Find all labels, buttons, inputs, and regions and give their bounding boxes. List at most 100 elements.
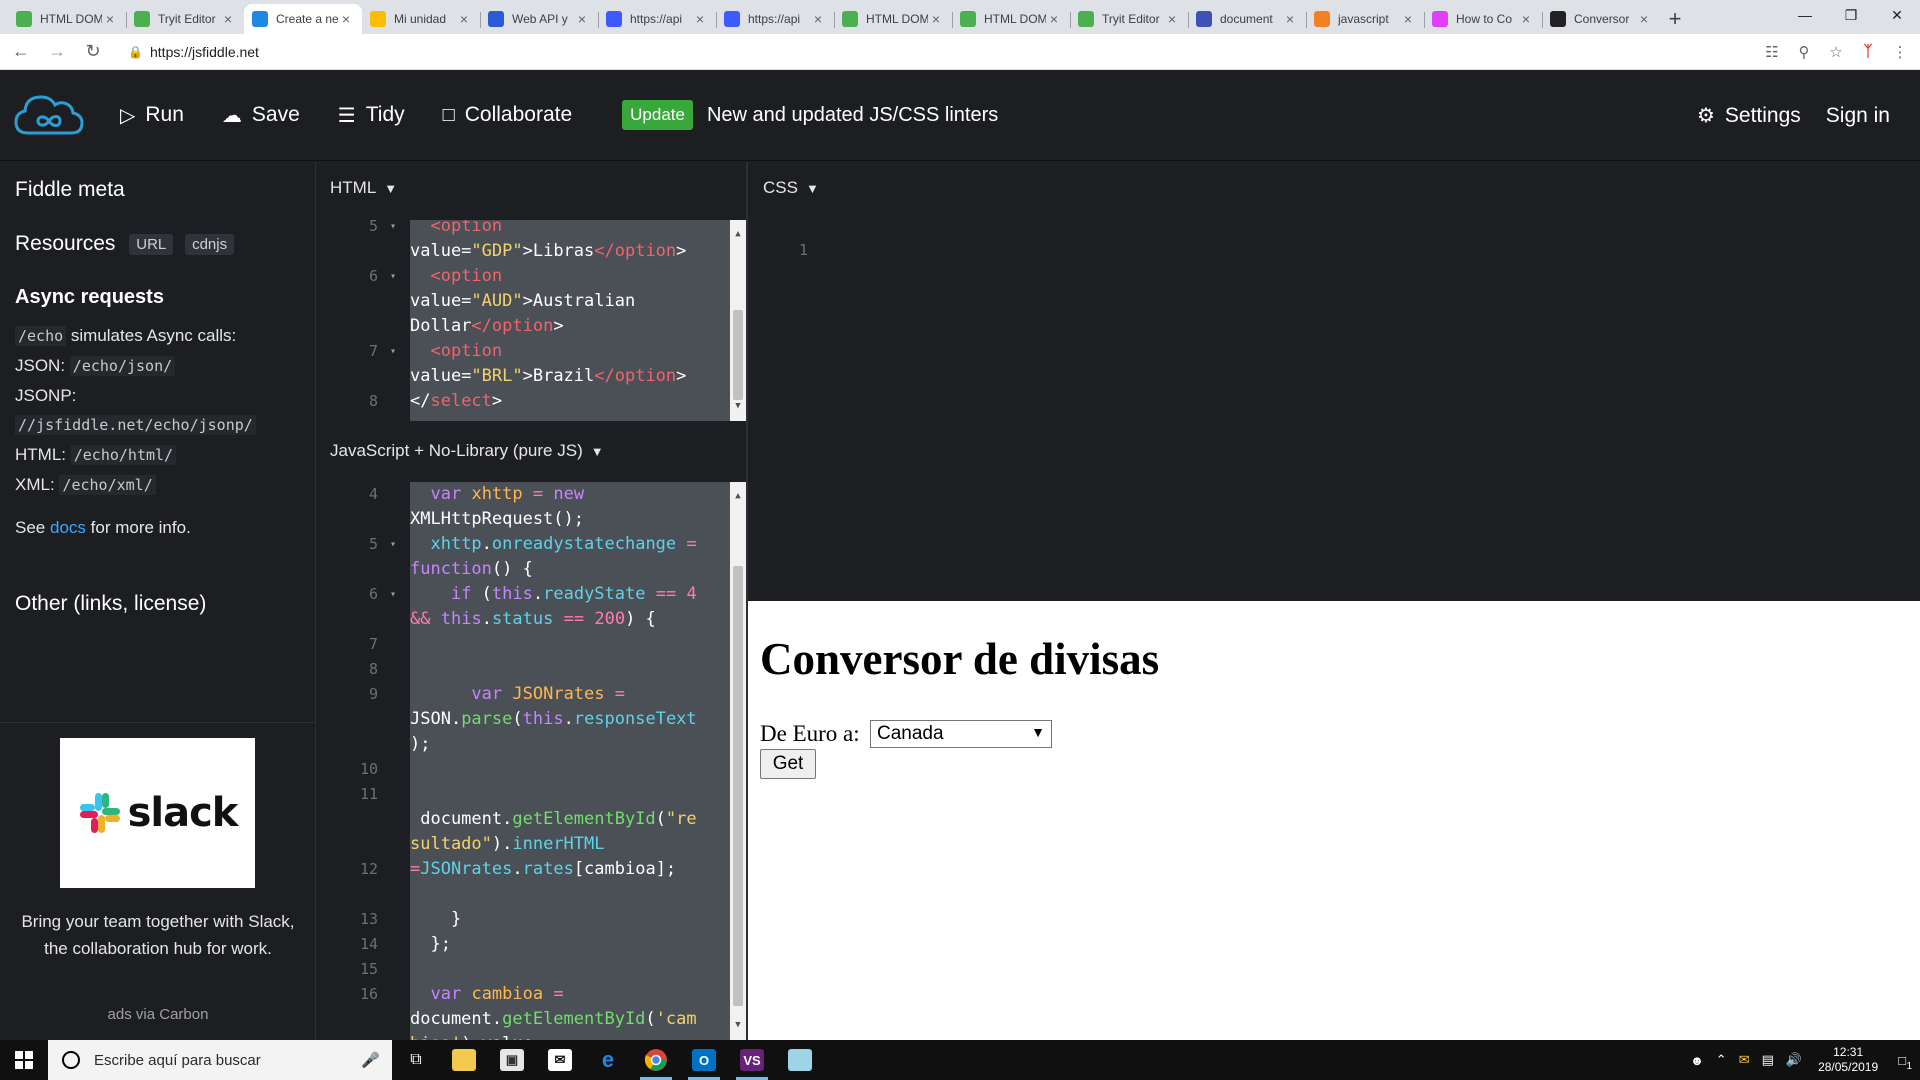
css-editor[interactable]: 1 — [748, 220, 1920, 601]
ad-via-carbon[interactable]: ads via Carbon — [20, 1006, 296, 1023]
run-button[interactable]: ▷ Run — [120, 103, 184, 128]
html-editor[interactable]: 5 ▾ 6 ▾ 7 ▾ 8 <option value="GDP">Libras</opti… — [318, 220, 746, 421]
close-window-icon[interactable]: ✕ — [1874, 0, 1920, 30]
scroll-thumb[interactable] — [733, 310, 743, 400]
store-icon[interactable]: ▣ — [488, 1040, 536, 1080]
js-editor[interactable]: 4 5 ▾ 6 ▾ 7 8 9 10 11 12 13 14 15 16 var xhttp = new X… — [318, 482, 746, 1040]
fiddle-meta-heading[interactable]: Fiddle meta — [15, 178, 125, 202]
new-tab-button[interactable]: + — [1660, 4, 1690, 34]
tab-close-icon[interactable]: × — [1282, 11, 1298, 27]
microphone-icon[interactable]: 🎤 — [361, 1051, 380, 1069]
tab-close-icon[interactable]: × — [1518, 11, 1534, 27]
update-announcement[interactable]: New and updated JS/CSS linters — [707, 104, 998, 127]
resource-url-tag[interactable]: URL — [129, 233, 174, 255]
tab-close-icon[interactable]: × — [1400, 11, 1416, 27]
html-code-area[interactable]: <option value="GDP">Libras</option> <opt… — [410, 220, 730, 421]
tab-close-icon[interactable]: × — [574, 11, 590, 27]
tab-close-icon[interactable]: × — [810, 11, 826, 27]
settings-button[interactable]: Settings — [1725, 104, 1801, 128]
forward-icon[interactable]: → — [42, 37, 72, 67]
browser-tab[interactable]: HTML DOM × — [834, 4, 952, 34]
other-links-heading[interactable]: Other (links, license) — [15, 592, 206, 616]
css-pane-header[interactable]: CSS ▼ — [763, 178, 819, 198]
browser-tab[interactable]: HTML DOM × — [8, 4, 126, 34]
outlook-icon[interactable]: O — [680, 1040, 728, 1080]
resource-cdnjs-tag[interactable]: cdnjs — [185, 233, 235, 255]
task-view-icon[interactable]: ⧉ — [392, 1040, 440, 1080]
tab-close-icon[interactable]: × — [220, 11, 236, 27]
get-button[interactable]: Get — [760, 749, 816, 779]
fold-arrow-icon[interactable]: ▾ — [390, 582, 396, 607]
people-icon[interactable]: ☻ — [1690, 1053, 1704, 1068]
chrome-icon[interactable] — [632, 1040, 680, 1080]
resources-heading[interactable]: Resources URL cdnjs — [15, 232, 235, 256]
mail-tray-icon[interactable]: ✉ — [1739, 1052, 1750, 1068]
scroll-up-icon[interactable]: ▲ — [730, 222, 746, 247]
minimize-icon[interactable]: — — [1782, 0, 1828, 30]
signin-button[interactable]: Sign in — [1826, 104, 1890, 128]
html-scrollbar[interactable]: ▲ ▼ — [730, 220, 746, 421]
restore-icon[interactable]: ❐ — [1828, 0, 1874, 30]
currency-select[interactable]: Canada ▼ — [870, 720, 1052, 748]
tab-close-icon[interactable]: × — [1046, 11, 1062, 27]
taskbar-search-input[interactable]: Escribe aquí para buscar 🎤 — [48, 1040, 392, 1080]
tidy-button[interactable]: ☰ Tidy — [338, 103, 405, 128]
browser-tab[interactable]: How to Co × — [1424, 4, 1542, 34]
tab-close-icon[interactable]: × — [102, 11, 118, 27]
ad-image[interactable]: slack — [60, 738, 255, 888]
visual-studio-icon[interactable]: VS — [728, 1040, 776, 1080]
scroll-thumb[interactable] — [733, 566, 743, 1006]
browser-tab[interactable]: https://api × — [598, 4, 716, 34]
browser-tab[interactable]: https://api × — [716, 4, 834, 34]
tab-close-icon[interactable]: × — [1164, 11, 1180, 27]
fold-arrow-icon[interactable]: ▾ — [390, 532, 396, 557]
browser-tab[interactable]: Conversor × — [1542, 4, 1660, 34]
mail-icon[interactable]: ✉ — [536, 1040, 584, 1080]
scroll-up-icon[interactable]: ▲ — [730, 484, 746, 509]
scroll-down-icon[interactable]: ▼ — [730, 1013, 746, 1038]
zoom-icon[interactable]: ⚲ — [1788, 37, 1820, 67]
browser-tab[interactable]: Tryit Editor × — [126, 4, 244, 34]
edge-icon[interactable]: e — [584, 1040, 632, 1080]
tab-close-icon[interactable]: × — [338, 11, 354, 27]
tab-close-icon[interactable]: × — [928, 11, 944, 27]
browser-tab[interactable]: Tryit Editor × — [1070, 4, 1188, 34]
html-pane-header[interactable]: HTML ▼ — [330, 178, 397, 198]
translate-icon[interactable]: ☷ — [1756, 37, 1788, 67]
docs-link[interactable]: docs — [50, 518, 86, 537]
reload-icon[interactable]: ↻ — [78, 37, 108, 67]
result-frame[interactable]: Conversor de divisas De Euro a: Canada ▼… — [748, 601, 1920, 1040]
browser-tab[interactable]: Create a new fiddle× — [244, 4, 362, 34]
fold-arrow-icon[interactable]: ▾ — [390, 264, 396, 289]
browser-tab[interactable]: Web API y × — [480, 4, 598, 34]
back-icon[interactable]: ← — [6, 37, 36, 67]
fold-arrow-icon[interactable]: ▾ — [390, 220, 396, 239]
browser-tab[interactable]: document × — [1188, 4, 1306, 34]
ad-text[interactable]: Bring your team together with Slack, the… — [20, 908, 296, 962]
notes-app-icon[interactable] — [776, 1040, 824, 1080]
bookmark-star-icon[interactable]: ☆ — [1820, 37, 1852, 67]
save-button[interactable]: ☁ Save — [222, 103, 300, 128]
js-pane-header[interactable]: JavaScript + No-Library (pure JS) ▼ — [330, 441, 604, 461]
scroll-down-icon[interactable]: ▼ — [730, 394, 746, 419]
js-scrollbar[interactable]: ▲ ▼ — [730, 482, 746, 1040]
file-explorer-icon[interactable] — [440, 1040, 488, 1080]
notifications-icon[interactable]: □ 1 — [1898, 1053, 1912, 1072]
tab-close-icon[interactable]: × — [1636, 11, 1652, 27]
browser-tab[interactable]: HTML DOM × — [952, 4, 1070, 34]
network-icon[interactable]: ▤ — [1762, 1052, 1774, 1068]
volume-icon[interactable]: 🔊 — [1786, 1052, 1802, 1068]
windows-start-icon[interactable] — [0, 1040, 48, 1080]
collaborate-button[interactable]: □ Collaborate — [443, 103, 573, 127]
fold-arrow-icon[interactable]: ▾ — [390, 339, 396, 364]
js-code-area[interactable]: var xhttp = new XMLHttpRequest(); xhttp.… — [410, 482, 730, 1040]
browser-tab[interactable]: Mi unidad × — [362, 4, 480, 34]
tab-close-icon[interactable]: × — [456, 11, 472, 27]
tray-chevron-up-icon[interactable]: ⌃ — [1716, 1052, 1727, 1068]
menu-kebab-icon[interactable]: ⋮ — [1884, 37, 1916, 67]
tab-close-icon[interactable]: × — [692, 11, 708, 27]
browser-tab[interactable]: javascript × — [1306, 4, 1424, 34]
taskbar-clock[interactable]: 12:31 28/05/2019 — [1818, 1045, 1878, 1075]
jsfiddle-logo-icon[interactable] — [14, 89, 84, 141]
address-bar[interactable]: 🔒 https://jsfiddle.net — [118, 38, 1746, 66]
